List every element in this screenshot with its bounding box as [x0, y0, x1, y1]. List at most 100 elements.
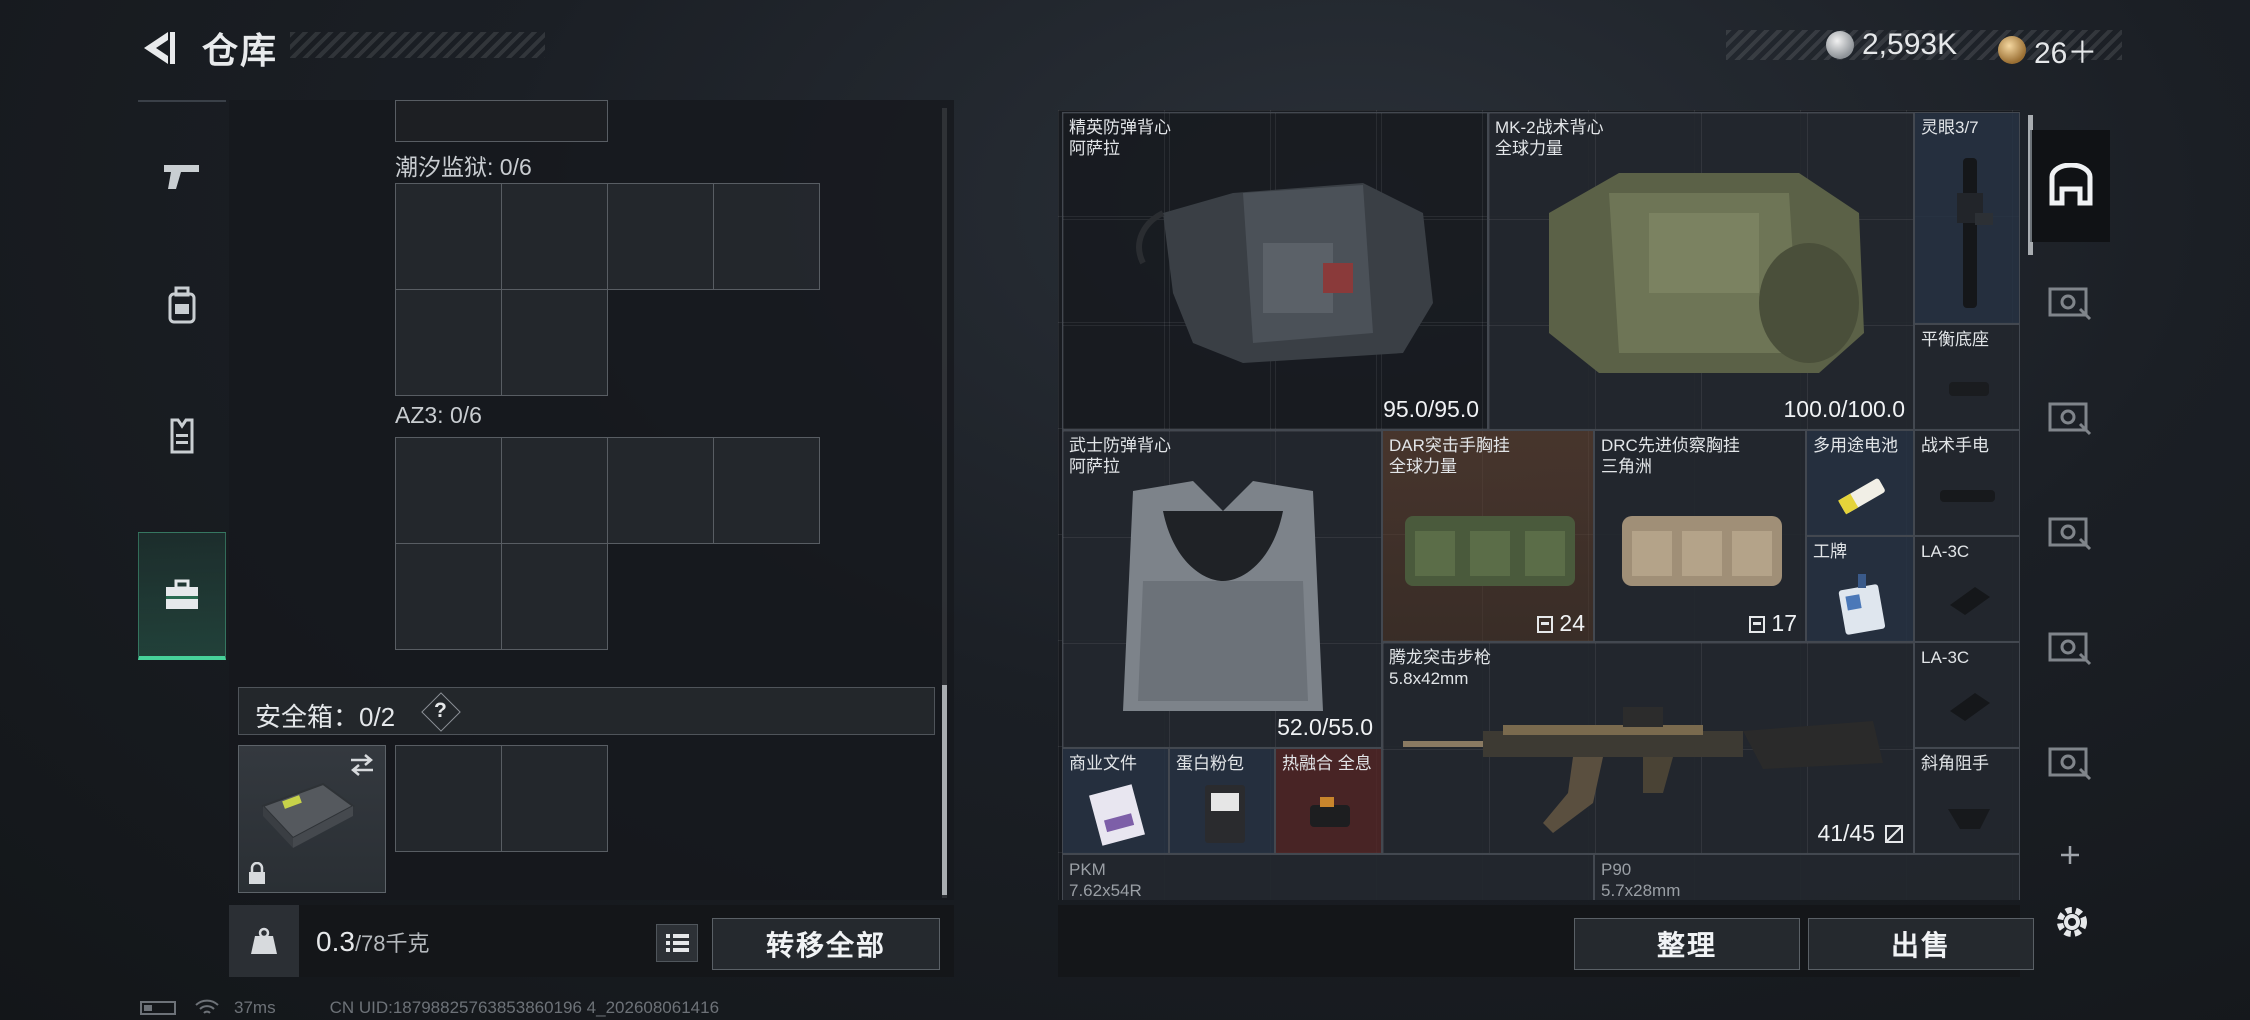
settings-button[interactable]	[2050, 900, 2094, 944]
gear-icon	[2057, 907, 2087, 937]
grid-cell[interactable]	[501, 289, 608, 396]
item-subname: 阿萨拉	[1069, 139, 1120, 158]
no-magazine-icon	[1885, 824, 1903, 843]
section-label-az3: AZ3: 0/6	[395, 402, 482, 428]
silver-coin-icon	[1826, 31, 1854, 59]
capacity-badge: 17	[1748, 610, 1797, 637]
category-items[interactable]	[138, 532, 226, 660]
item-elite-armor-vest[interactable]: 精英防弹背心 阿萨拉 95.0/95.0	[1062, 112, 1488, 430]
item-ammo: 41/45	[1817, 820, 1875, 846]
badge-image	[1838, 574, 1886, 635]
stash-page-icon	[2048, 632, 2092, 666]
grid-cell[interactable]	[395, 543, 502, 650]
title-decoration	[290, 32, 545, 58]
item-la3c-2[interactable]: LA-3C	[1914, 642, 2020, 748]
grid-cell[interactable]	[607, 437, 714, 544]
item-p90[interactable]: P90 5.7x28mm	[1594, 854, 2020, 900]
dar-rig-image	[1405, 516, 1575, 586]
pistol-icon	[164, 165, 199, 189]
scrollbar-thumb[interactable]	[942, 685, 947, 895]
item-la3c-1[interactable]: LA-3C	[1914, 536, 2020, 642]
item-dar-chest-rig[interactable]: DAR突击手胸挂 全球力量 24	[1382, 430, 1594, 642]
category-weapons[interactable]	[138, 112, 226, 240]
category-vest[interactable]	[138, 372, 226, 500]
grid-cell[interactable]	[395, 289, 502, 396]
la3c-image	[1950, 587, 1990, 615]
item-mk2-tactical-vest[interactable]: MK-2战术背心 全球力量 100.0/100.0	[1488, 112, 1914, 430]
grid-cell[interactable]	[501, 437, 608, 544]
rifle-image	[1403, 707, 1883, 833]
sell-button[interactable]: 出售	[1808, 918, 2034, 970]
item-pkm[interactable]: PKM 7.62x54R	[1062, 854, 1594, 900]
stash-page-icon	[2048, 287, 2092, 321]
plus-icon	[2061, 846, 2079, 864]
item-balance-mount[interactable]: 平衡底座	[1914, 324, 2020, 430]
help-button[interactable]: ?	[421, 692, 461, 732]
item-thermal-holo-sight[interactable]: 热融合 全息	[1275, 748, 1382, 854]
item-name: MK-2战术背心	[1495, 118, 1604, 137]
item-multipurpose-battery[interactable]: 多用途电池	[1806, 430, 1914, 536]
item-tenglong-rifle[interactable]: 腾龙突击步枪 5.8x42mm 41/45	[1382, 642, 1914, 854]
category-backpack[interactable]	[138, 242, 226, 370]
item-durability: 95.0/95.0	[1383, 396, 1479, 422]
item-name: 战术手电	[1921, 436, 1989, 455]
grid-cell[interactable]	[501, 183, 608, 290]
item-name: 腾龙突击步枪	[1389, 648, 1491, 667]
capacity-icon	[1749, 615, 1766, 633]
safe-case-icon	[261, 782, 355, 848]
stash-tab-5[interactable]	[2030, 590, 2110, 702]
item-name: PKM	[1069, 860, 1106, 879]
item-angled-grip[interactable]: 斜角阻手	[1914, 748, 2020, 854]
item-name: 灵眼3/7	[1921, 118, 1979, 137]
capacity-icon	[1537, 615, 1554, 633]
safe-grid-cell[interactable]	[395, 745, 502, 852]
add-stash-tab-button[interactable]	[2030, 820, 2110, 890]
capacity-badge: 24	[1536, 610, 1585, 637]
item-business-document[interactable]: 商业文件	[1062, 748, 1169, 854]
safe-grid-cell[interactable]	[501, 745, 608, 852]
silver-currency[interactable]: 2,593K	[1826, 28, 1957, 62]
item-work-badge[interactable]: 工牌	[1806, 536, 1914, 642]
item-drc-recon-rig[interactable]: DRC先进侦察胸挂 三角洲 17	[1594, 430, 1806, 642]
grid-cell[interactable]	[713, 183, 820, 290]
grid-cell[interactable]	[713, 437, 820, 544]
transfer-all-button[interactable]: 转移全部	[712, 918, 940, 970]
uid-readout: CN UID:18798825763853860196 4_2026080614…	[329, 998, 720, 1017]
category-bar	[138, 100, 226, 670]
item-protein-powder[interactable]: 蛋白粉包	[1169, 748, 1275, 854]
grid-cell[interactable]	[395, 183, 502, 290]
grid-cell[interactable]	[501, 543, 608, 650]
item-durability: 100.0/100.0	[1783, 396, 1905, 422]
list-view-button[interactable]	[656, 924, 698, 962]
stash-page-icon	[2048, 517, 2092, 551]
grid-cell[interactable]	[607, 183, 714, 290]
grid-cell[interactable]	[395, 100, 608, 142]
item-tactical-flashlight[interactable]: 战术手电	[1914, 430, 2020, 536]
stash-tab-6[interactable]	[2030, 705, 2110, 817]
item-subname: 三角洲	[1601, 457, 1652, 476]
stash-page-icon	[2048, 747, 2092, 781]
stash-tab-4[interactable]	[2030, 475, 2110, 587]
back-arrow-icon[interactable]	[138, 28, 178, 68]
grid-cell[interactable]	[395, 437, 502, 544]
item-name: 斜角阻手	[1921, 754, 1989, 773]
mount-image	[1949, 382, 1989, 396]
stash-tab-home[interactable]	[2030, 130, 2110, 242]
item-scope[interactable]: 灵眼3/7	[1914, 112, 2020, 324]
drc-rig-image	[1622, 516, 1782, 586]
stash-tab-3[interactable]	[2030, 360, 2110, 472]
stash-tab-2[interactable]	[2030, 245, 2110, 357]
gold-currency[interactable]: 26＋	[1998, 28, 2097, 72]
sort-button[interactable]: 整理	[1574, 918, 1800, 970]
swap-icon[interactable]	[347, 752, 377, 778]
item-name: LA-3C	[1921, 648, 1970, 667]
item-samurai-armor-vest[interactable]: 武士防弹背心 阿萨拉 52.0/55.0	[1062, 430, 1382, 748]
stash-tabs	[2030, 130, 2110, 930]
item-name: 热融合 全息	[1282, 754, 1372, 773]
document-image	[1089, 784, 1145, 846]
home-stash-icon	[2049, 163, 2093, 206]
safe-box-item[interactable]	[238, 745, 386, 893]
page-title: 仓库	[202, 30, 279, 71]
weight-icon-box	[229, 905, 299, 977]
item-name: LA-3C	[1921, 542, 1970, 561]
